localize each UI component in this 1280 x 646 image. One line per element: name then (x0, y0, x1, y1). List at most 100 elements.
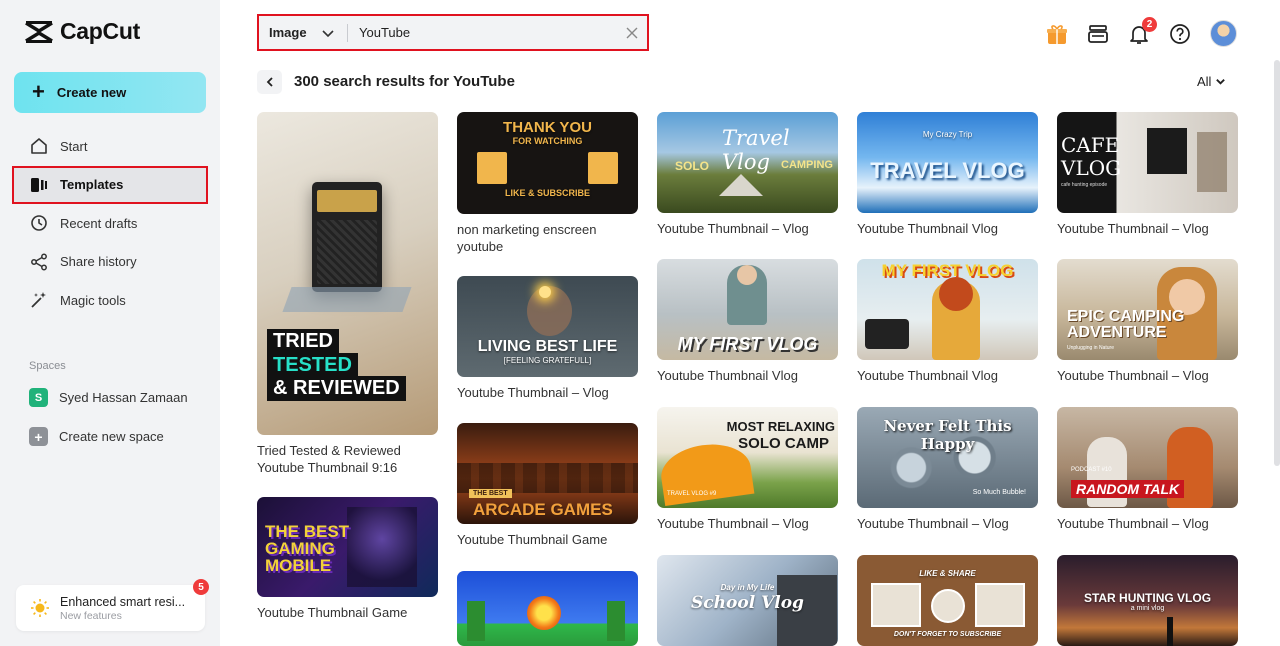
template-thumbnail: STAR HUNTING VLOG a mini vlog (1057, 555, 1238, 646)
thumbnail-title: THANK YOU (503, 119, 592, 136)
create-space-button[interactable]: + Create new space (29, 427, 164, 446)
template-card[interactable]: MY FIRST VLOG Youtube Thumbnail Vlog (857, 259, 1038, 384)
thumbnail-title: Unplugging in Nature (1067, 345, 1114, 351)
thumbnail-title: CAFE (1061, 133, 1120, 157)
template-card[interactable] (457, 571, 638, 646)
notification-count-badge: 2 (1142, 16, 1157, 32)
create-new-label: Create new (56, 85, 127, 100)
template-thumbnail: MY FIRST VLOG (857, 259, 1038, 360)
search-bar: Image (257, 14, 649, 51)
thumbnail-title: LIKE & SUBSCRIBE (504, 188, 590, 198)
results-title: 300 search results for YouTube (294, 73, 515, 90)
template-thumbnail: Day in My Life School Vlog (657, 555, 838, 646)
create-new-button[interactable]: + Create new (14, 72, 206, 113)
thumbnail-title: THE BEST (265, 522, 350, 541)
thumbnail-title: MY FIRST VLOG (677, 334, 818, 354)
thumbnail-title: VLOG (1061, 156, 1122, 180)
template-caption: Youtube Thumbnail – Vlog (1057, 516, 1209, 531)
bell-icon[interactable]: 2 (1128, 16, 1157, 45)
thumbnail-title: RANDOM TALK (1071, 480, 1185, 498)
thumbnail-title: School Vlog (691, 593, 804, 613)
close-icon[interactable] (625, 26, 639, 40)
template-card[interactable]: MOST RELAXING SOLO CAMP TRAVEL VLOG #9 Y… (657, 407, 838, 532)
thumbnail-title: & REVIEWED (267, 376, 406, 401)
thumbnail-title: GAMING (265, 539, 335, 558)
feature-title: Enhanced smart resi... (60, 594, 186, 609)
template-caption: Tried Tested & Reviewed Youtube Thumbnai… (257, 443, 401, 475)
template-caption: Youtube Thumbnail Vlog (657, 368, 798, 383)
new-features-card[interactable]: Enhanced smart resi... New features 5 (16, 579, 209, 631)
template-card[interactable]: PODCAST #10 RANDOM TALK Youtube Thumbnai… (1057, 407, 1238, 532)
template-card[interactable]: EPIC CAMPING ADVENTURE Unplugging in Nat… (1057, 259, 1238, 384)
sidebar-item-share-history[interactable]: Share history (14, 243, 206, 282)
sidebar-item-templates[interactable]: Templates (12, 165, 208, 204)
search-input[interactable] (359, 25, 621, 40)
gift-icon[interactable] (1046, 23, 1068, 45)
template-card[interactable]: Never Felt This Happy So Much Bubble! Yo… (857, 407, 1038, 532)
sidebar-item-label: Start (60, 138, 88, 154)
plus-icon: + (29, 427, 48, 446)
template-card[interactable]: MY FIRST VLOG Youtube Thumbnail Vlog (657, 259, 838, 384)
capcut-logo[interactable]: CapCut (24, 18, 140, 45)
clock-icon (31, 215, 47, 232)
storage-icon[interactable] (1087, 23, 1109, 45)
template-card[interactable]: THE BEST ARCADE GAMES Youtube Thumbnail … (457, 423, 638, 548)
thumbnail-title: Day in My Life (720, 583, 775, 592)
spaces-heading: Spaces (29, 360, 66, 372)
back-button[interactable] (257, 70, 282, 94)
template-caption: Youtube Thumbnail – Vlog (657, 221, 809, 236)
sidebar-item-label: Templates (60, 177, 124, 193)
template-card[interactable]: TRIED TESTED & REVIEWED Tried Tested & R… (257, 112, 438, 476)
thumbnail-title: TESTED (267, 353, 358, 378)
thumbnail-title: LIVING BEST LIFE (477, 338, 618, 355)
template-thumbnail: LIKE & SHARE DON'T FORGET TO SUBSCRIBE (857, 555, 1038, 646)
thumbnail-title: a mini vlog (1130, 605, 1165, 612)
filter-label: All (1197, 74, 1212, 89)
search-type-select[interactable]: Image (259, 25, 319, 40)
template-thumbnail: Never Felt This Happy So Much Bubble! (857, 407, 1038, 508)
sidebar-item-label: Recent drafts (60, 215, 138, 231)
help-icon[interactable] (1169, 23, 1191, 45)
scrollbar[interactable] (1274, 60, 1280, 466)
thumbnail-title: EPIC CAMPING (1067, 308, 1185, 325)
thumbnail-title: STAR HUNTING VLOG (1083, 591, 1212, 605)
template-card[interactable]: Day in My Life School Vlog (657, 555, 838, 646)
sidebar-item-recent-drafts[interactable]: Recent drafts (14, 204, 206, 243)
sidebar-item-start[interactable]: Start (14, 127, 206, 166)
thumbnail-title: CAMPING (781, 159, 833, 171)
sidebar-item-magic-tools[interactable]: Magic tools (14, 281, 206, 320)
space-name: Syed Hassan Zamaan (59, 390, 188, 405)
template-caption: Youtube Thumbnail – Vlog (857, 516, 1009, 531)
template-card[interactable]: CAFE VLOG cafe hunting episode Youtube T… (1057, 112, 1238, 237)
template-caption: Youtube Thumbnail Game (457, 532, 608, 547)
thumbnail-title: [FEELING GRATEFULL] (503, 356, 592, 365)
sidebar: CapCut + Create new Start Templates Rece… (0, 0, 220, 646)
chevron-down-icon[interactable] (321, 26, 335, 40)
thumbnail-title: THE BEST (469, 489, 512, 498)
template-card[interactable]: Travel Vlog SOLO CAMPING Youtube Thumbna… (657, 112, 838, 237)
space-item[interactable]: S Syed Hassan Zamaan (29, 388, 188, 407)
template-card[interactable]: My Crazy Trip TRAVEL VLOG Youtube Thumbn… (857, 112, 1038, 237)
sidebar-item-label: Magic tools (60, 292, 126, 308)
thumbnail-title: ADVENTURE (1067, 324, 1167, 341)
filter-dropdown[interactable]: All (1197, 74, 1226, 89)
template-card[interactable]: THANK YOU FOR WATCHING LIKE & SUBSCRIBE … (457, 112, 638, 255)
thumbnail-title: ARCADE GAMES (473, 500, 613, 519)
template-card[interactable]: LIKE & SHARE DON'T FORGET TO SUBSCRIBE (857, 555, 1038, 646)
template-thumbnail: THE BEST ARCADE GAMES (457, 423, 638, 524)
thumbnail-title: My Crazy Trip (922, 130, 973, 139)
template-card[interactable]: STAR HUNTING VLOG a mini vlog (1057, 555, 1238, 646)
feature-count-badge: 5 (193, 579, 209, 595)
thumbnail-title: MOST RELAXING (726, 419, 835, 434)
template-card[interactable]: LIVING BEST LIFE [FEELING GRATEFULL] You… (457, 276, 638, 401)
template-card[interactable]: THE BEST GAMING MOBILE Youtube Thumbnail… (257, 497, 438, 621)
template-caption: Youtube Thumbnail – Vlog (457, 385, 609, 400)
template-thumbnail: TRIED TESTED & REVIEWED (257, 112, 438, 435)
thumbnail-title: MY FIRST VLOG (881, 261, 1014, 280)
template-thumbnail (457, 571, 638, 646)
template-caption: Youtube Thumbnail Vlog (857, 221, 998, 236)
templates-icon (31, 177, 47, 192)
user-avatar[interactable] (1210, 20, 1237, 47)
template-caption: Youtube Thumbnail Game (257, 605, 408, 620)
template-caption: Youtube Thumbnail – Vlog (1057, 221, 1209, 236)
